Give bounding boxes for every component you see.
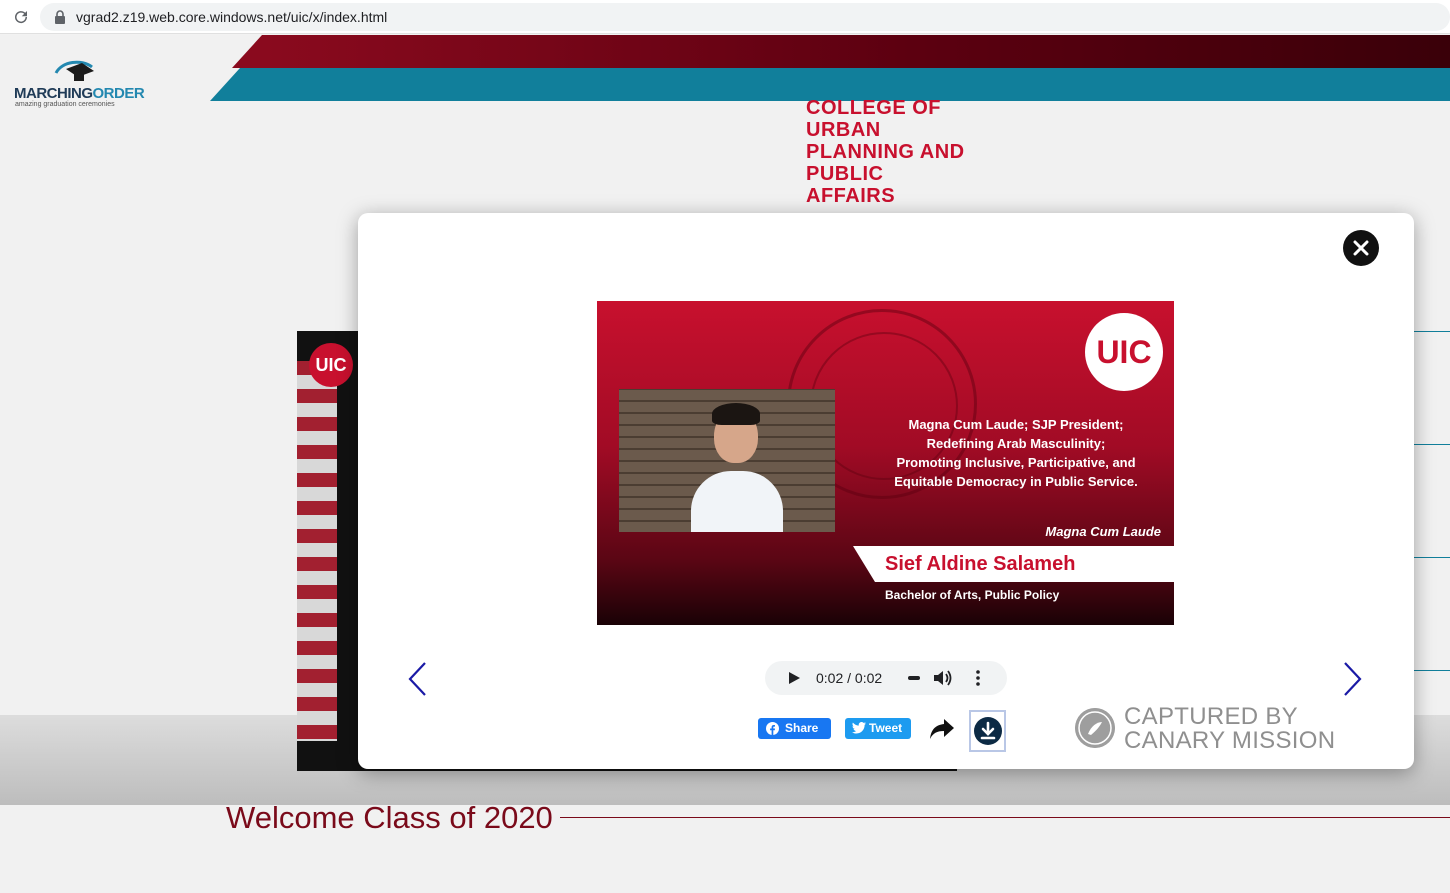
reload-icon[interactable] xyxy=(12,8,30,26)
marching-order-logo[interactable]: MARCHINGORDER amazing graduation ceremon… xyxy=(12,47,145,108)
next-arrow-icon[interactable] xyxy=(1342,661,1364,697)
twitter-bird-icon xyxy=(852,722,866,734)
graduate-modal: UIC Magna Cum Laude; SJP President; Rede… xyxy=(358,213,1414,769)
graduate-slide: UIC Magna Cum Laude; SJP President; Rede… xyxy=(597,301,1174,625)
college-title: COLLEGE OF URBAN PLANNING AND PUBLIC AFF… xyxy=(806,97,965,207)
graduate-name: Sief Aldine Salameh xyxy=(885,553,1076,575)
previous-arrow-icon[interactable] xyxy=(406,661,428,697)
uic-logo: UIC xyxy=(1085,313,1163,391)
welcome-heading: Welcome Class of 2020 xyxy=(226,800,553,835)
address-bar[interactable]: vgrad2.z19.web.core.windows.net/uic/x/in… xyxy=(40,3,1450,31)
download-icon xyxy=(974,717,1002,745)
lock-icon xyxy=(55,10,65,24)
audio-time: 0:02 / 0:02 xyxy=(816,670,883,686)
graduate-degree: Bachelor of Arts, Public Policy xyxy=(885,588,1060,602)
honor-label: Magna Cum Laude xyxy=(1045,524,1161,539)
flag-image xyxy=(297,361,337,741)
canary-mission-watermark: CAPTURED BY CANARY MISSION xyxy=(1075,703,1355,754)
more-options-icon[interactable] xyxy=(971,669,985,687)
close-button[interactable] xyxy=(1343,230,1379,266)
url-text: vgrad2.z19.web.core.windows.net/uic/x/in… xyxy=(76,9,388,25)
close-icon xyxy=(1353,240,1369,256)
twitter-tweet-button[interactable]: Tweet xyxy=(845,718,911,739)
graduate-quote: Magna Cum Laude; SJP President; Redefini… xyxy=(894,417,1138,489)
volume-icon[interactable] xyxy=(933,669,953,687)
download-button[interactable] xyxy=(969,710,1006,752)
facebook-icon xyxy=(766,722,779,735)
share-arrow-icon[interactable] xyxy=(928,717,956,741)
right-divider-lines xyxy=(1414,331,1450,771)
play-icon[interactable] xyxy=(787,671,801,685)
header-band-red xyxy=(232,35,1450,68)
browser-toolbar: vgrad2.z19.web.core.windows.net/uic/x/in… xyxy=(0,0,1450,34)
logo-wordmark: MARCHINGORDER xyxy=(14,85,145,102)
graduation-cap-icon xyxy=(54,60,94,81)
canary-bird-icon xyxy=(1075,708,1115,748)
facebook-share-button[interactable]: Share xyxy=(758,718,831,739)
graduate-photo xyxy=(619,389,835,532)
audio-progress-bar[interactable] xyxy=(908,676,920,680)
logo-tagline: amazing graduation ceremonies xyxy=(15,101,115,108)
audio-player[interactable]: 0:02 / 0:02 xyxy=(765,661,1007,695)
uic-badge: UIC xyxy=(309,343,353,387)
welcome-divider xyxy=(560,817,1450,818)
